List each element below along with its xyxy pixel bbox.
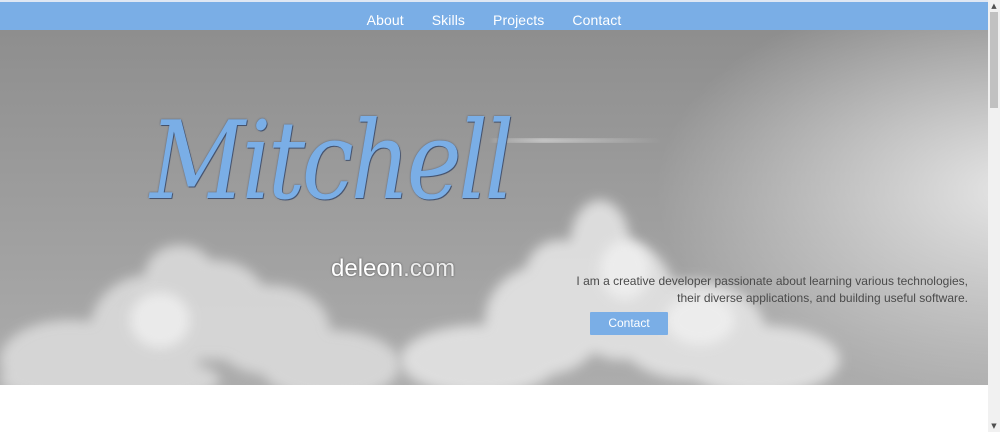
nav-link-skills[interactable]: Skills bbox=[418, 13, 479, 30]
hero-section: Mitchell deleon.com I am a creative deve… bbox=[0, 30, 988, 385]
contrail-streak bbox=[492, 139, 662, 142]
page-scrollbar[interactable]: ▲ ▼ bbox=[988, 0, 1000, 432]
logo-domain: deleon.com bbox=[331, 256, 455, 282]
chevron-up-icon[interactable]: ▲ bbox=[988, 0, 1000, 12]
tagline-line-1: I am a creative developer passionate abo… bbox=[576, 274, 968, 288]
nav-link-projects[interactable]: Projects bbox=[479, 13, 558, 30]
contact-button[interactable]: Contact bbox=[590, 312, 668, 335]
nav-link-about[interactable]: About bbox=[353, 13, 418, 30]
logo-script-name: Mitchell bbox=[150, 99, 514, 224]
nav-link-contact[interactable]: Contact bbox=[558, 13, 635, 30]
top-navigation: About Skills Projects Contact bbox=[0, 2, 988, 30]
logo-domain-name: deleon bbox=[331, 255, 404, 282]
tagline-line-2: their diverse applications, and building… bbox=[677, 291, 968, 305]
chevron-down-icon[interactable]: ▼ bbox=[988, 420, 1000, 432]
scrollbar-thumb[interactable] bbox=[990, 12, 998, 108]
hero-tagline: I am a creative developer passionate abo… bbox=[548, 273, 968, 307]
logo-domain-tld: .com bbox=[403, 255, 456, 282]
